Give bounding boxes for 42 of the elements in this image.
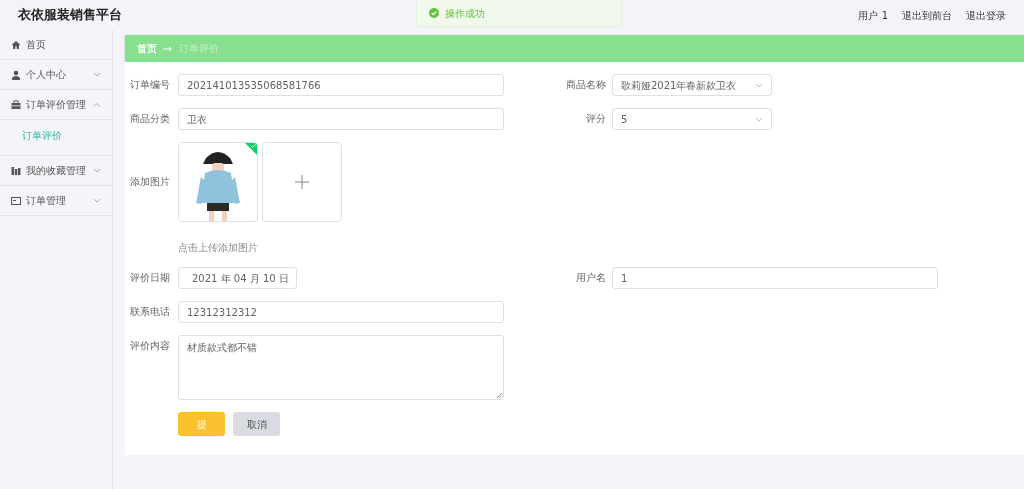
field-label: 联系电话 bbox=[130, 305, 170, 319]
field-label: 订单编号 bbox=[130, 78, 170, 92]
input-field[interactable]: 卫衣 bbox=[178, 108, 504, 130]
field-label: 用户名 bbox=[575, 271, 606, 285]
sidebar-item[interactable]: 首页 bbox=[0, 30, 112, 60]
upload-hint: 点击上传添加图片 bbox=[178, 241, 259, 255]
sidebar-item[interactable]: 我的收藏管理 bbox=[0, 156, 112, 186]
field-label: 评价内容 bbox=[130, 339, 170, 353]
select-field[interactable]: 歌莉娅2021年春新款卫衣 bbox=[612, 74, 772, 96]
home-icon bbox=[11, 39, 21, 50]
field-label: 评价日期 bbox=[130, 271, 170, 285]
input-field[interactable]: 1 bbox=[612, 267, 938, 289]
field-label: 评分 bbox=[585, 112, 606, 126]
arrow-icon bbox=[163, 45, 173, 52]
cancel-button[interactable]: 取消 bbox=[233, 412, 280, 436]
sidebar-item[interactable]: 订单管理 bbox=[0, 186, 112, 216]
plus-icon bbox=[295, 175, 309, 189]
user-icon bbox=[11, 69, 21, 80]
header-link[interactable]: 用户 1 bbox=[858, 7, 888, 23]
chevron-down-icon bbox=[755, 82, 763, 88]
input-field[interactable]: 202141013535068581766 bbox=[178, 74, 504, 96]
field-label: 添加图片 bbox=[130, 175, 170, 189]
resize-handle-icon bbox=[497, 393, 502, 398]
app-title: 衣依服装销售平台 bbox=[18, 6, 122, 25]
header-link[interactable]: 退出登录 bbox=[966, 7, 1006, 23]
field-label: 商品分类 bbox=[130, 112, 170, 126]
input-field[interactable]: 12312312312 bbox=[178, 301, 504, 323]
check-circle-icon bbox=[429, 8, 439, 18]
briefcase-icon bbox=[11, 99, 21, 110]
upload-button[interactable] bbox=[262, 142, 342, 222]
check-badge-icon bbox=[245, 143, 257, 155]
chevron-down-icon bbox=[755, 116, 763, 122]
header-link[interactable]: 退出到前台 bbox=[902, 7, 952, 23]
textarea-field[interactable]: 材质款式都不错 bbox=[178, 335, 504, 400]
sidebar-item[interactable]: 订单评价管理 bbox=[0, 90, 112, 120]
date-field[interactable]: 2021 年 04 月 10 日 bbox=[178, 267, 297, 289]
sidebar-item[interactable]: 个人中心 bbox=[0, 60, 112, 90]
select-field[interactable]: 5 bbox=[612, 108, 772, 130]
toast-text: 操作成功 bbox=[445, 6, 485, 21]
field-label: 商品名称 bbox=[566, 78, 606, 92]
card-icon bbox=[11, 195, 21, 206]
bar-chart-icon bbox=[11, 165, 21, 176]
